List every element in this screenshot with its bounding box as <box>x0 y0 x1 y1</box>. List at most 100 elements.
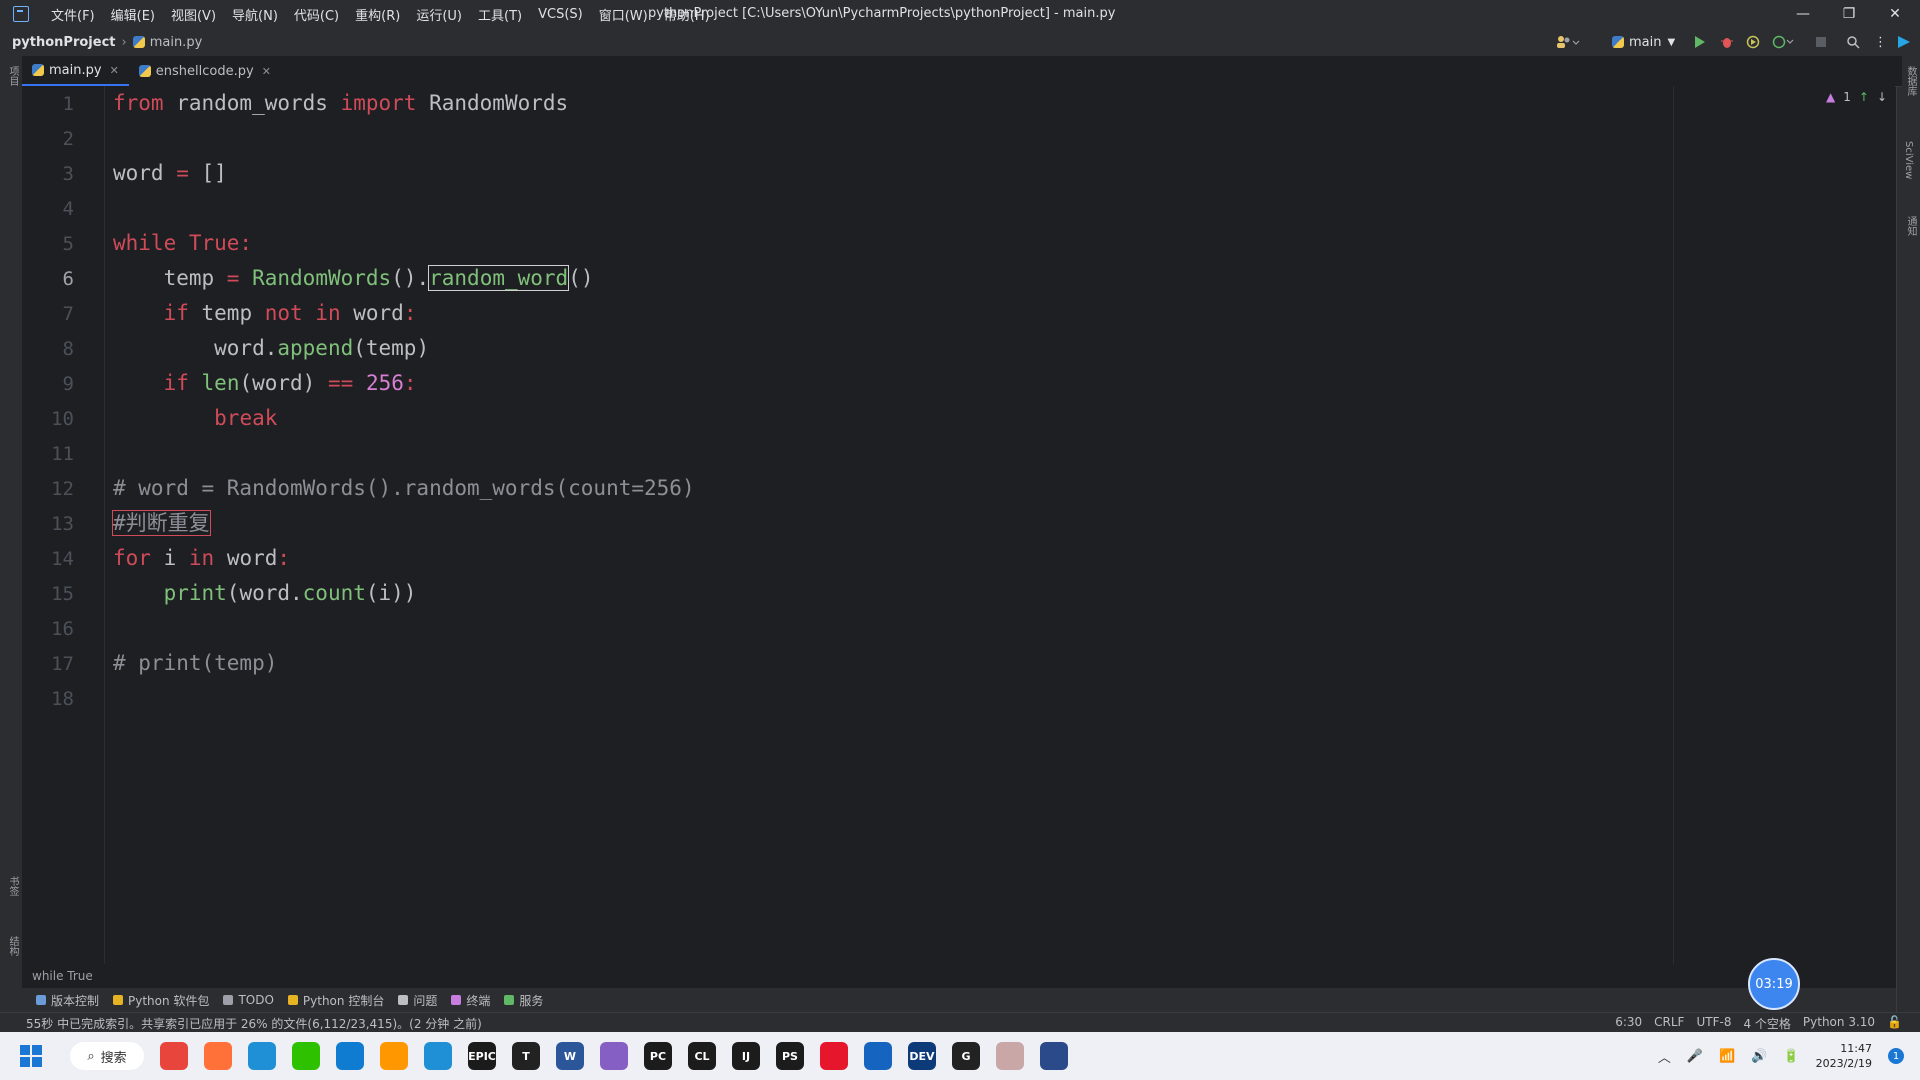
tool-problems[interactable]: 问题 <box>398 992 437 1009</box>
line-separator[interactable]: CRLF <box>1654 1015 1684 1032</box>
sciview-tool-button[interactable]: SciView <box>1903 141 1914 179</box>
typora-app-icon[interactable]: T <box>512 1042 540 1070</box>
breadcrumb-file[interactable]: main.py <box>150 35 203 50</box>
edge-app-icon[interactable] <box>248 1042 276 1070</box>
status-message[interactable]: 55秒 中已完成索引。共享索引已应用于 26% 的文件(6,112/23,415… <box>26 1015 482 1032</box>
python-file-icon <box>138 65 151 77</box>
notification-badge[interactable]: 1 <box>1888 1048 1904 1064</box>
wifi-icon[interactable]: 📶 <box>1719 1049 1735 1064</box>
ide-updates-button[interactable] <box>1896 32 1912 52</box>
stop-icon <box>1816 37 1826 47</box>
close-window-button[interactable]: ✕ <box>1872 0 1918 28</box>
structure-tool-button[interactable]: 结构 <box>5 936 20 956</box>
anime-app-icon[interactable] <box>996 1042 1024 1070</box>
breadcrumb-project[interactable]: pythonProject <box>12 35 116 50</box>
pycharm-app-icon[interactable]: PC <box>644 1042 672 1070</box>
app-logo-icon[interactable] <box>13 6 29 22</box>
menu-run[interactable]: 运行(U) <box>408 5 470 24</box>
menu-vcs[interactable]: VCS(S) <box>530 7 591 22</box>
line-number: 12 <box>51 478 74 500</box>
run-button[interactable] <box>1694 32 1706 52</box>
app-blue-app-icon[interactable] <box>864 1042 892 1070</box>
python-interpreter[interactable]: Python 3.10 <box>1803 1015 1875 1032</box>
sublime-app-icon[interactable] <box>380 1042 408 1070</box>
indent-setting[interactable]: 4 个空格 <box>1743 1015 1790 1032</box>
wechat-app-icon[interactable] <box>292 1042 320 1070</box>
bookmarks-tool-button[interactable]: 书签 <box>5 876 20 896</box>
phpstorm-app-icon[interactable]: PS <box>776 1042 804 1070</box>
run-config-selector[interactable]: main ▼ <box>1612 32 1675 52</box>
windows-start-icon[interactable] <box>20 1045 42 1067</box>
line-number: 18 <box>51 688 74 710</box>
arrow-down-icon[interactable]: ↓ <box>1877 90 1887 104</box>
project-tool-button[interactable]: 项目 <box>5 66 20 86</box>
microphone-icon[interactable]: 🎤 <box>1687 1049 1703 1064</box>
menu-tools[interactable]: 工具(T) <box>470 5 530 24</box>
menu-edit[interactable]: 编辑(E) <box>103 5 163 24</box>
tool-python-packages-label: Python 软件包 <box>128 993 210 1008</box>
python-file-icon <box>132 36 145 48</box>
line-number: 17 <box>51 653 74 675</box>
notifications-tool-button[interactable]: 通知 <box>1903 216 1918 236</box>
battery-icon[interactable]: 🔋 <box>1783 1049 1799 1064</box>
visual-studio-app-icon[interactable] <box>600 1042 628 1070</box>
coverage-button[interactable] <box>1746 32 1760 52</box>
stop-button[interactable] <box>1815 32 1827 52</box>
volume-icon[interactable]: 🔊 <box>1751 1049 1767 1064</box>
tool-services[interactable]: 服务 <box>504 992 543 1009</box>
recording-timer[interactable]: 03:19 <box>1748 958 1800 1010</box>
epic-app-icon[interactable]: EPIC <box>468 1042 496 1070</box>
menu-refactor[interactable]: 重构(R) <box>347 5 408 24</box>
menu-code[interactable]: 代码(C) <box>286 5 347 24</box>
lock-icon[interactable]: 🔓 <box>1887 1015 1902 1032</box>
debug-button[interactable] <box>1720 32 1734 52</box>
tool-vcs[interactable]: 版本控制 <box>36 992 99 1009</box>
tool-terminal[interactable]: 终端 <box>451 992 490 1009</box>
breadcrumb-separator-icon: › <box>121 34 127 50</box>
menu-file[interactable]: 文件(F) <box>43 5 103 24</box>
tool-todo[interactable]: TODO <box>223 993 274 1007</box>
close-tab-icon[interactable]: ✕ <box>110 64 119 77</box>
more-actions-button[interactable]: ⋮ <box>1874 32 1887 52</box>
code-line-17: # print(temp) <box>113 651 278 675</box>
code-with-me-icon[interactable] <box>1556 32 1582 52</box>
file-encoding[interactable]: UTF-8 <box>1696 1015 1731 1032</box>
menu-window[interactable]: 窗口(W) <box>591 5 656 24</box>
app-g-app-icon[interactable]: G <box>952 1042 980 1070</box>
menu-view[interactable]: 视图(V) <box>163 5 224 24</box>
line-number: 4 <box>62 198 74 220</box>
taskbar-clock[interactable]: 11:47 2023/2/19 <box>1816 1041 1872 1071</box>
word-app-icon[interactable]: W <box>556 1042 584 1070</box>
arrow-up-icon[interactable]: ↑ <box>1859 90 1869 104</box>
code-breadcrumbs[interactable]: while True <box>22 964 1896 988</box>
tab-label: main.py <box>49 62 102 78</box>
tool-python-console[interactable]: Python 控制台 <box>287 992 384 1009</box>
tab-enshellcode-py[interactable]: enshellcode.py ✕ <box>129 56 281 86</box>
code-editor[interactable]: from random_words import RandomWords wor… <box>105 86 1895 964</box>
menu-navigate[interactable]: 导航(N) <box>224 5 286 24</box>
line-number: 5 <box>62 233 74 255</box>
restore-button[interactable]: ❐ <box>1826 0 1872 28</box>
profile-button[interactable] <box>1772 32 1796 52</box>
devcpp-app-icon[interactable]: DEV <box>908 1042 936 1070</box>
app-frame-app-icon[interactable] <box>424 1042 452 1070</box>
caret-position[interactable]: 6:30 <box>1615 1015 1642 1032</box>
clion-app-icon[interactable]: CL <box>688 1042 716 1070</box>
chevron-up-icon[interactable]: ︿ <box>1658 1047 1671 1066</box>
app-cat-app-icon[interactable] <box>1040 1042 1068 1070</box>
vscode-app-icon[interactable] <box>336 1042 364 1070</box>
weibo-app-icon[interactable] <box>820 1042 848 1070</box>
taskbar-search[interactable]: ⌕ 搜索 <box>70 1042 144 1070</box>
tool-vcs-label: 版本控制 <box>51 993 100 1008</box>
chrome-app-icon[interactable] <box>160 1042 188 1070</box>
firefox-app-icon[interactable] <box>204 1042 232 1070</box>
tab-main-py[interactable]: main.py ✕ <box>22 56 129 86</box>
intellij-app-icon[interactable]: IJ <box>732 1042 760 1070</box>
code-line-10: break <box>214 406 278 430</box>
inspection-widget[interactable]: ▲ 1 ↑ ↓ <box>1826 90 1887 104</box>
database-tool-button[interactable]: 数据库 <box>1903 66 1918 96</box>
close-tab-icon[interactable]: ✕ <box>262 65 271 78</box>
tool-python-packages[interactable]: Python 软件包 <box>113 992 209 1009</box>
search-everywhere-button[interactable] <box>1846 32 1860 52</box>
minimize-button[interactable]: — <box>1780 0 1826 28</box>
